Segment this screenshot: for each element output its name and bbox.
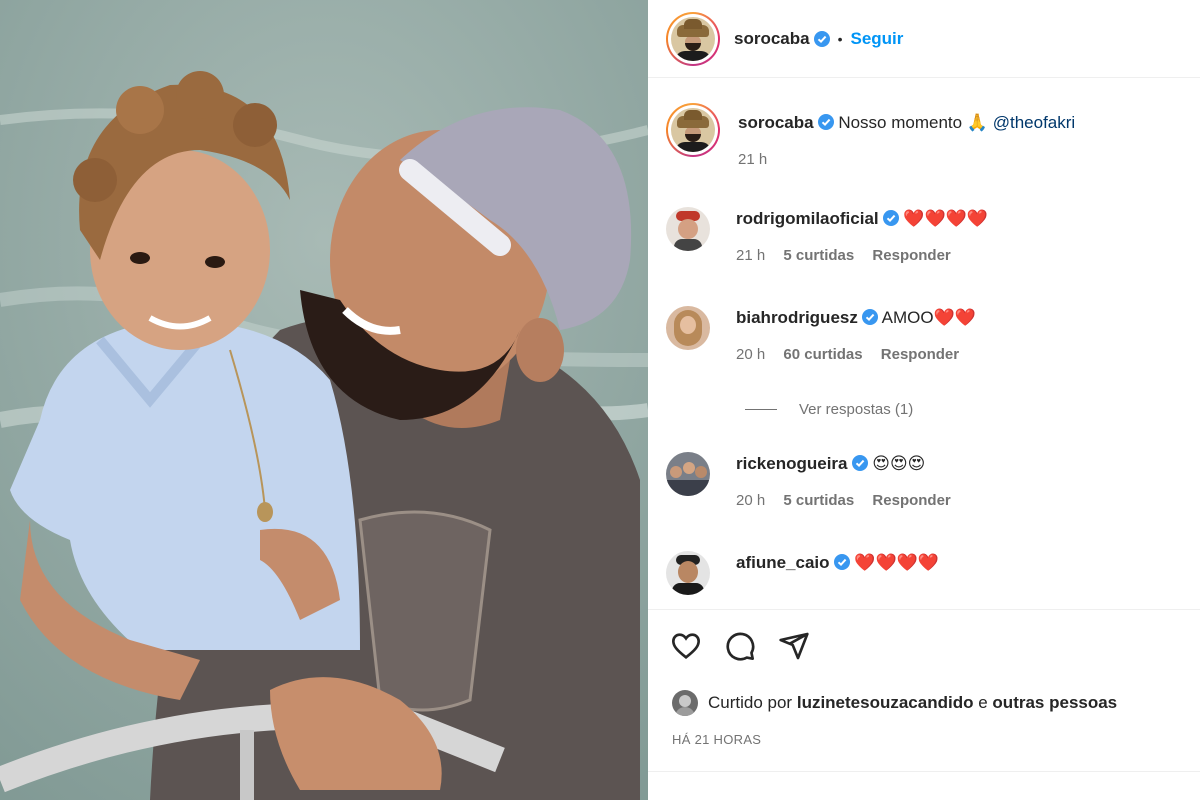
share-icon[interactable]: [778, 630, 810, 662]
liked-by-user[interactable]: luzinetesouzacandido: [797, 693, 974, 713]
reply-button[interactable]: Responder: [881, 346, 959, 363]
comment-username[interactable]: biahrodriguesz: [736, 308, 858, 327]
heart-icon[interactable]: [670, 630, 702, 662]
reply-button[interactable]: Responder: [872, 492, 950, 509]
comments-list[interactable]: sorocaba Nosso momento 🙏 @theofakri 21 h…: [648, 79, 1200, 609]
liked-by-others[interactable]: outras pessoas: [992, 693, 1117, 713]
comment-item: afiune_caio ❤️❤️❤️❤️: [666, 551, 939, 595]
liked-by-conj: e: [978, 693, 988, 712]
caption-text: Nosso momento 🙏: [838, 113, 988, 132]
comment-time[interactable]: 20 h: [736, 346, 765, 363]
comment-item: rickenogueira 😍😍😍 20 h 5 curtidas Respon…: [666, 452, 965, 509]
author-avatar[interactable]: [666, 11, 720, 66]
comment-item: rodrigomilaoficial ❤️❤️❤️❤️ 21 h 5 curti…: [666, 207, 988, 264]
comment-meta: 20 h 60 curtidas Responder: [736, 346, 976, 363]
liked-by: Curtido por luzinetesouzacandido e outra…: [672, 690, 1117, 716]
follow-button[interactable]: Seguir: [851, 29, 904, 49]
comment-likes[interactable]: 60 curtidas: [783, 346, 862, 363]
post-header: sorocaba • Seguir: [648, 0, 1200, 78]
verified-icon: [817, 114, 834, 130]
comment-text: ❤️❤️❤️❤️: [903, 209, 989, 228]
liker-avatar[interactable]: [672, 690, 698, 716]
verified-icon: [851, 455, 868, 471]
reply-button[interactable]: Responder: [872, 247, 950, 264]
replies-line: [745, 409, 777, 410]
caption-meta: 21 h: [738, 151, 1075, 168]
comment-time[interactable]: 21 h: [736, 247, 765, 264]
caption-mention[interactable]: @theofakri: [993, 113, 1075, 132]
verified-icon: [882, 210, 899, 226]
post-timestamp[interactable]: HÁ 21 HORAS: [672, 732, 761, 747]
comment-meta: 20 h 5 curtidas Responder: [736, 492, 965, 509]
action-bar: Curtido por luzinetesouzacandido e outra…: [648, 609, 1200, 771]
post-photo-illustration: [0, 0, 648, 800]
caption: sorocaba Nosso momento 🙏 @theofakri 21 h: [666, 103, 1075, 168]
verified-icon: [861, 309, 878, 325]
author-username[interactable]: sorocaba: [734, 29, 810, 49]
comment-text: 😍😍😍: [872, 454, 926, 473]
comment-likes[interactable]: 5 curtidas: [783, 247, 854, 264]
verified-icon: [833, 554, 850, 570]
comment-meta: 21 h 5 curtidas Responder: [736, 247, 988, 264]
verified-icon: [813, 30, 830, 47]
comment-username[interactable]: rodrigomilaoficial: [736, 209, 879, 228]
caption-avatar[interactable]: [666, 103, 720, 157]
comment-icon[interactable]: [724, 630, 756, 662]
view-replies-button[interactable]: Ver respostas (1): [745, 401, 913, 418]
post-panel: sorocaba • Seguir sorocaba Nosso momento…: [648, 0, 1200, 800]
add-comment-bar[interactable]: [648, 771, 1200, 800]
comment-item: biahrodriguesz AMOO❤️❤️ 20 h 60 curtidas…: [666, 306, 976, 363]
commenter-avatar[interactable]: [666, 452, 710, 496]
comment-likes[interactable]: 5 curtidas: [783, 492, 854, 509]
liked-by-prefix: Curtido por: [708, 693, 793, 712]
comment-username[interactable]: afiune_caio: [736, 553, 830, 572]
commenter-avatar[interactable]: [666, 207, 710, 251]
commenter-avatar[interactable]: [666, 551, 710, 595]
post-photo[interactable]: [0, 0, 648, 800]
caption-time[interactable]: 21 h: [738, 151, 767, 168]
comment-text: AMOO❤️❤️: [881, 308, 976, 327]
commenter-avatar[interactable]: [666, 306, 710, 350]
caption-username[interactable]: sorocaba: [738, 113, 814, 132]
separator-dot: •: [837, 30, 843, 47]
view-replies-label: Ver respostas (1): [799, 401, 914, 418]
comment-text: ❤️❤️❤️❤️: [854, 553, 939, 572]
comment-username[interactable]: rickenogueira: [736, 454, 848, 473]
comment-time[interactable]: 20 h: [736, 492, 765, 509]
